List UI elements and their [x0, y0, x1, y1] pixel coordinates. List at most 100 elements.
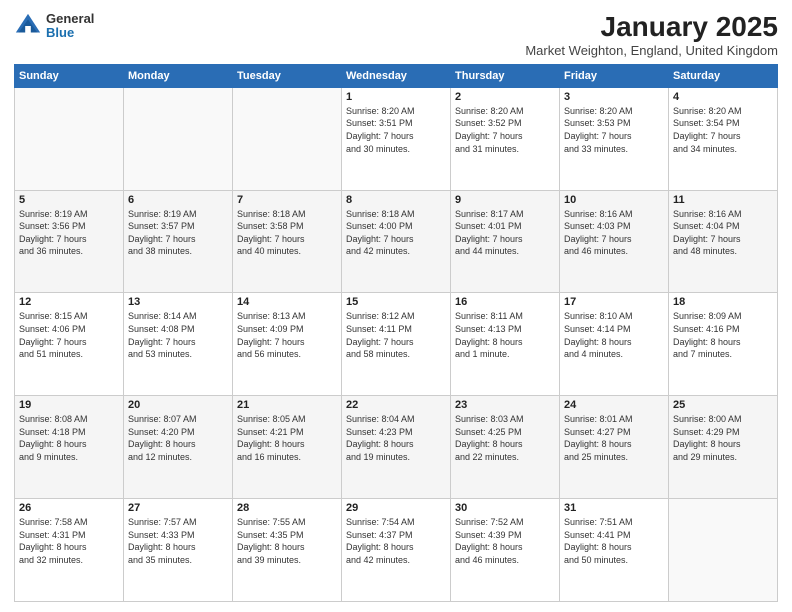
day-number: 16 — [455, 296, 555, 308]
logo: General Blue — [14, 12, 94, 41]
table-row: 5 Sunrise: 8:19 AM Sunset: 3:56 PM Daylig… — [15, 190, 124, 293]
day-info: Sunrise: 7:55 AM Sunset: 4:35 PM Dayligh… — [237, 516, 337, 566]
col-wednesday: Wednesday — [342, 64, 451, 87]
calendar-week-row: 5 Sunrise: 8:19 AM Sunset: 3:56 PM Daylig… — [15, 190, 778, 293]
calendar-week-row: 26 Sunrise: 7:58 AM Sunset: 4:31 PM Dayli… — [15, 499, 778, 602]
day-info: Sunrise: 8:04 AM Sunset: 4:23 PM Dayligh… — [346, 413, 446, 463]
day-number: 26 — [19, 502, 119, 514]
table-row: 16 Sunrise: 8:11 AM Sunset: 4:13 PM Dayli… — [451, 293, 560, 396]
day-info: Sunrise: 7:54 AM Sunset: 4:37 PM Dayligh… — [346, 516, 446, 566]
day-number: 7 — [237, 194, 337, 206]
table-row: 9 Sunrise: 8:17 AM Sunset: 4:01 PM Daylig… — [451, 190, 560, 293]
day-number: 8 — [346, 194, 446, 206]
day-info: Sunrise: 8:16 AM Sunset: 4:03 PM Dayligh… — [564, 208, 664, 258]
table-row: 1Sunrise: 8:20 AM Sunset: 3:51 PM Daylig… — [342, 87, 451, 190]
table-row — [15, 87, 124, 190]
day-number: 20 — [128, 399, 228, 411]
day-number: 17 — [564, 296, 664, 308]
day-number: 14 — [237, 296, 337, 308]
table-row: 18 Sunrise: 8:09 AM Sunset: 4:16 PM Dayli… — [669, 293, 778, 396]
table-row: 17 Sunrise: 8:10 AM Sunset: 4:14 PM Dayli… — [560, 293, 669, 396]
day-number: 24 — [564, 399, 664, 411]
table-row: 26 Sunrise: 7:58 AM Sunset: 4:31 PM Dayli… — [15, 499, 124, 602]
day-number: 25 — [673, 399, 773, 411]
day-info: Sunrise: 7:52 AM Sunset: 4:39 PM Dayligh… — [455, 516, 555, 566]
day-info: Sunrise: 8:19 AM Sunset: 3:57 PM Dayligh… — [128, 208, 228, 258]
day-info: Sunrise: 8:14 AM Sunset: 4:08 PM Dayligh… — [128, 310, 228, 360]
day-info: Sunrise: 8:20 AM Sunset: 3:53 PM Dayligh… — [564, 105, 664, 155]
day-number: 19 — [19, 399, 119, 411]
logo-icon — [14, 12, 42, 40]
day-number: 12 — [19, 296, 119, 308]
calendar-week-row: 19 Sunrise: 8:08 AM Sunset: 4:18 PM Dayli… — [15, 396, 778, 499]
table-row: 15 Sunrise: 8:12 AM Sunset: 4:11 PM Dayli… — [342, 293, 451, 396]
calendar-week-row: 1Sunrise: 8:20 AM Sunset: 3:51 PM Daylig… — [15, 87, 778, 190]
day-info: Sunrise: 8:11 AM Sunset: 4:13 PM Dayligh… — [455, 310, 555, 360]
title-block: January 2025 Market Weighton, England, U… — [525, 12, 778, 58]
col-monday: Monday — [124, 64, 233, 87]
day-info: Sunrise: 8:08 AM Sunset: 4:18 PM Dayligh… — [19, 413, 119, 463]
table-row: 31Sunrise: 7:51 AM Sunset: 4:41 PM Dayli… — [560, 499, 669, 602]
table-row: 29 Sunrise: 7:54 AM Sunset: 4:37 PM Dayli… — [342, 499, 451, 602]
table-row: 19 Sunrise: 8:08 AM Sunset: 4:18 PM Dayli… — [15, 396, 124, 499]
day-info: Sunrise: 8:20 AM Sunset: 3:54 PM Dayligh… — [673, 105, 773, 155]
title-month: January 2025 — [525, 12, 778, 43]
table-row: 30 Sunrise: 7:52 AM Sunset: 4:39 PM Dayli… — [451, 499, 560, 602]
day-number: 28 — [237, 502, 337, 514]
header-row: Sunday Monday Tuesday Wednesday Thursday… — [15, 64, 778, 87]
col-saturday: Saturday — [669, 64, 778, 87]
day-number: 29 — [346, 502, 446, 514]
table-row: 21Sunrise: 8:05 AM Sunset: 4:21 PM Dayli… — [233, 396, 342, 499]
header: General Blue January 2025 Market Weighto… — [14, 12, 778, 58]
day-number: 2 — [455, 91, 555, 103]
table-row: 4Sunrise: 8:20 AM Sunset: 3:54 PM Daylig… — [669, 87, 778, 190]
day-info: Sunrise: 8:18 AM Sunset: 4:00 PM Dayligh… — [346, 208, 446, 258]
table-row: 28 Sunrise: 7:55 AM Sunset: 4:35 PM Dayli… — [233, 499, 342, 602]
day-info: Sunrise: 8:10 AM Sunset: 4:14 PM Dayligh… — [564, 310, 664, 360]
table-row: 14Sunrise: 8:13 AM Sunset: 4:09 PM Dayli… — [233, 293, 342, 396]
logo-text: General Blue — [46, 12, 94, 41]
table-row — [233, 87, 342, 190]
table-row: 12Sunrise: 8:15 AM Sunset: 4:06 PM Dayli… — [15, 293, 124, 396]
day-number: 18 — [673, 296, 773, 308]
day-info: Sunrise: 8:09 AM Sunset: 4:16 PM Dayligh… — [673, 310, 773, 360]
day-info: Sunrise: 8:20 AM Sunset: 3:52 PM Dayligh… — [455, 105, 555, 155]
day-info: Sunrise: 7:58 AM Sunset: 4:31 PM Dayligh… — [19, 516, 119, 566]
day-number: 9 — [455, 194, 555, 206]
day-info: Sunrise: 8:03 AM Sunset: 4:25 PM Dayligh… — [455, 413, 555, 463]
day-info: Sunrise: 8:12 AM Sunset: 4:11 PM Dayligh… — [346, 310, 446, 360]
day-number: 31 — [564, 502, 664, 514]
table-row: 8 Sunrise: 8:18 AM Sunset: 4:00 PM Daylig… — [342, 190, 451, 293]
day-number: 10 — [564, 194, 664, 206]
day-number: 27 — [128, 502, 228, 514]
day-number: 30 — [455, 502, 555, 514]
table-row: 22 Sunrise: 8:04 AM Sunset: 4:23 PM Dayli… — [342, 396, 451, 499]
calendar-week-row: 12Sunrise: 8:15 AM Sunset: 4:06 PM Dayli… — [15, 293, 778, 396]
day-number: 15 — [346, 296, 446, 308]
day-number: 23 — [455, 399, 555, 411]
col-friday: Friday — [560, 64, 669, 87]
day-number: 22 — [346, 399, 446, 411]
col-sunday: Sunday — [15, 64, 124, 87]
day-number: 3 — [564, 91, 664, 103]
table-row: 24Sunrise: 8:01 AM Sunset: 4:27 PM Dayli… — [560, 396, 669, 499]
calendar-table: Sunday Monday Tuesday Wednesday Thursday… — [14, 64, 778, 602]
day-info: Sunrise: 8:19 AM Sunset: 3:56 PM Dayligh… — [19, 208, 119, 258]
table-row — [669, 499, 778, 602]
table-row: 25Sunrise: 8:00 AM Sunset: 4:29 PM Dayli… — [669, 396, 778, 499]
table-row: 20Sunrise: 8:07 AM Sunset: 4:20 PM Dayli… — [124, 396, 233, 499]
logo-blue-label: Blue — [46, 26, 94, 40]
table-row: 23 Sunrise: 8:03 AM Sunset: 4:25 PM Dayli… — [451, 396, 560, 499]
table-row — [124, 87, 233, 190]
day-number: 11 — [673, 194, 773, 206]
page: General Blue January 2025 Market Weighto… — [0, 0, 792, 612]
col-tuesday: Tuesday — [233, 64, 342, 87]
day-number: 6 — [128, 194, 228, 206]
day-info: Sunrise: 8:20 AM Sunset: 3:51 PM Dayligh… — [346, 105, 446, 155]
day-number: 5 — [19, 194, 119, 206]
table-row: 10 Sunrise: 8:16 AM Sunset: 4:03 PM Dayli… — [560, 190, 669, 293]
table-row: 6 Sunrise: 8:19 AM Sunset: 3:57 PM Daylig… — [124, 190, 233, 293]
table-row: 7Sunrise: 8:18 AM Sunset: 3:58 PM Daylig… — [233, 190, 342, 293]
title-location: Market Weighton, England, United Kingdom — [525, 43, 778, 58]
day-info: Sunrise: 8:17 AM Sunset: 4:01 PM Dayligh… — [455, 208, 555, 258]
